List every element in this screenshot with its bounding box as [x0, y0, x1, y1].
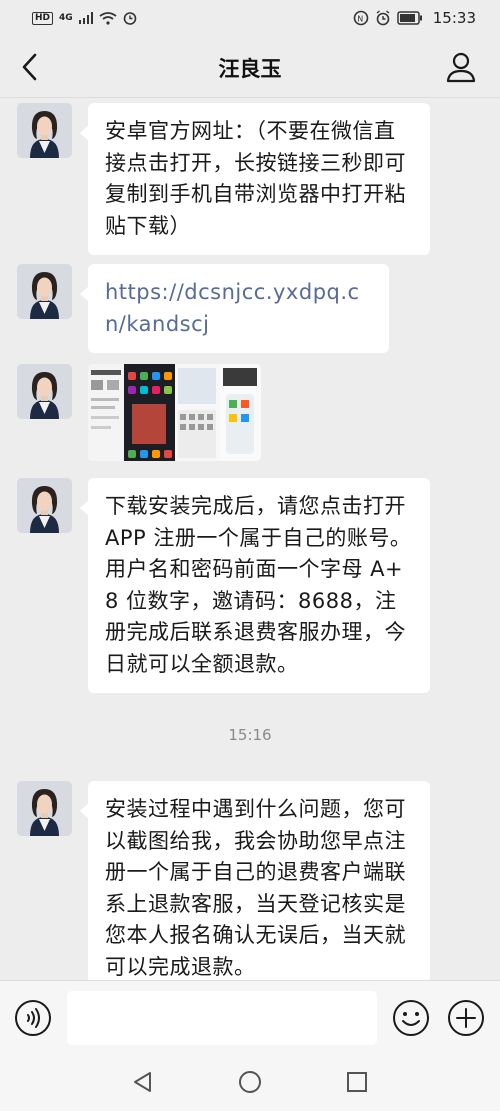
battery-icon: [397, 11, 422, 25]
nfc-icon: N: [353, 10, 369, 26]
contact-avatar[interactable]: [17, 478, 72, 533]
message-bubble[interactable]: 安装过程中遇到什么问题，您可以截图给我，我会协助您早点注册一个属于自己的退费客户…: [80, 781, 430, 980]
avatar-image: [17, 478, 72, 533]
chat-info-button[interactable]: [444, 50, 478, 84]
signal-icon: [78, 12, 93, 24]
message-list[interactable]: 安卓官方网址：（不要在微信直接点击打开，长按链接三秒即可复制到手机自带浏览器中打…: [0, 98, 500, 980]
emoji-button[interactable]: [392, 999, 430, 1037]
contact-avatar[interactable]: [17, 781, 72, 836]
triangle-back-icon: [134, 1072, 151, 1092]
nav-back-button[interactable]: [130, 1069, 156, 1095]
nav-recents-button[interactable]: [344, 1069, 370, 1095]
status-bar: HD 4G N 15:33: [0, 0, 500, 36]
avatar-image: [17, 103, 72, 158]
circle-home-icon: [239, 1071, 261, 1093]
contact-avatar[interactable]: [17, 103, 72, 158]
message-text: 下载安装完成后，请您点击打开 APP 注册一个属于自己的账号。用户名和密码前面一…: [105, 494, 412, 676]
time-divider: 15:16: [228, 726, 272, 744]
clock-time: 15:33: [432, 9, 476, 27]
link-message-bubble[interactable]: https://dcsnjcc.yxdpq.cn/kandscj: [80, 264, 389, 353]
wifi-icon: [99, 11, 117, 25]
plus-icon: [448, 1000, 484, 1036]
square-recents-icon: [347, 1072, 367, 1092]
avatar-image: [17, 264, 72, 319]
alarm-status-icon: [123, 12, 136, 25]
avatar-image: [17, 364, 72, 419]
download-link[interactable]: https://dcsnjcc.yxdpq.cn/kandscj: [105, 280, 360, 336]
network-type: 4G: [59, 13, 73, 23]
voice-icon: [15, 1000, 51, 1036]
screenshot-thumbnail: [88, 364, 261, 461]
message-text: 安卓官方网址：（不要在微信直接点击打开，长按链接三秒即可复制到手机自带浏览器中打…: [105, 119, 406, 238]
svg-text:N: N: [357, 15, 363, 24]
contact-avatar[interactable]: [17, 364, 72, 419]
nav-home-button[interactable]: [237, 1069, 263, 1095]
more-button[interactable]: [447, 999, 485, 1037]
image-message[interactable]: [88, 364, 261, 461]
message-bubble[interactable]: 下载安装完成后，请您点击打开 APP 注册一个属于自己的账号。用户名和密码前面一…: [80, 478, 430, 693]
alarm-clock-icon: [376, 10, 390, 26]
chat-header: 汪良玉: [0, 36, 500, 98]
emoji-icon: [393, 1000, 429, 1036]
voice-button[interactable]: [14, 999, 52, 1037]
message-bubble[interactable]: 安卓官方网址：（不要在微信直接点击打开，长按链接三秒即可复制到手机自带浏览器中打…: [80, 103, 430, 255]
status-left: HD 4G: [32, 11, 137, 25]
system-nav-bar: [0, 1055, 500, 1111]
contact-name: 汪良玉: [218, 57, 282, 81]
message-text: 安装过程中遇到什么问题，您可以截图给我，我会协助您早点注册一个属于自己的退费客户…: [105, 797, 406, 979]
message-input[interactable]: [67, 991, 377, 1045]
contact-avatar[interactable]: [17, 264, 72, 319]
person-icon: [446, 52, 476, 83]
avatar-image: [17, 781, 72, 836]
input-bar: [0, 980, 500, 1055]
hd-badge: HD: [32, 11, 54, 25]
status-right: N 15:33: [353, 9, 476, 27]
